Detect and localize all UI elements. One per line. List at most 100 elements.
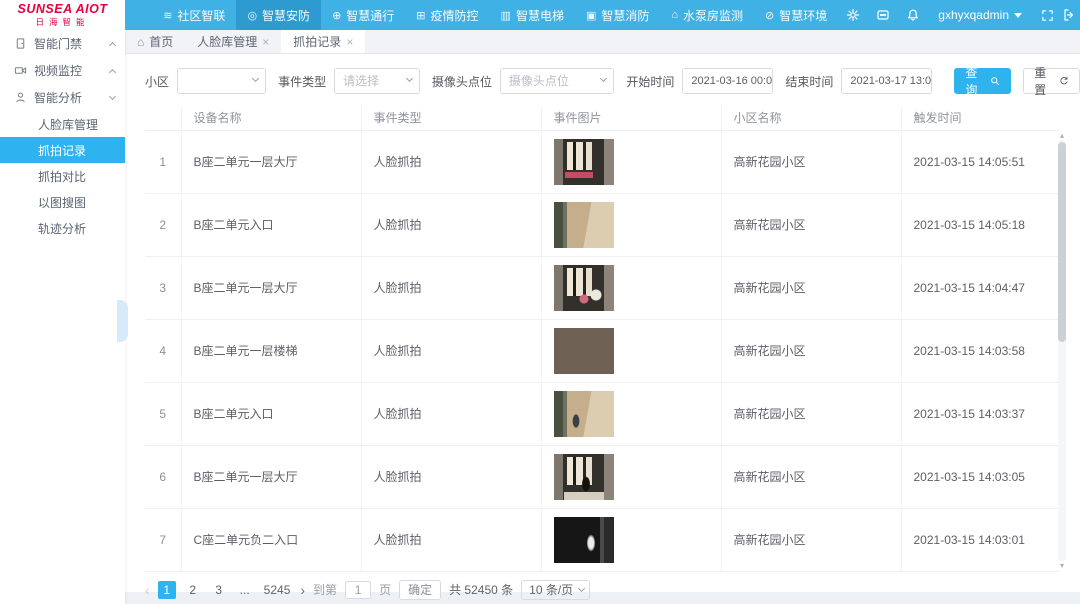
event-image-thumbnail[interactable] bbox=[554, 202, 614, 248]
trigger-time-cell: 2021-03-15 14:03:58 bbox=[901, 319, 1060, 382]
scroll-down-icon[interactable]: ▾ bbox=[1060, 562, 1064, 570]
goto-page-input[interactable]: 1 bbox=[345, 581, 371, 599]
nav-item-label: 水泵房监测 bbox=[683, 7, 743, 24]
sidebar-item-smart-analysis[interactable]: 智能分析 bbox=[0, 84, 125, 111]
sidebar-item-image-search[interactable]: 以图搜图 bbox=[0, 189, 125, 215]
nav-item-fire[interactable]: 智慧消防 bbox=[575, 0, 660, 30]
page-size-select[interactable]: 10 条/页 bbox=[521, 580, 590, 600]
end-time-input[interactable]: 2021-03-17 13:06:04 bbox=[841, 68, 932, 94]
tab-label: 人脸库管理 bbox=[197, 33, 257, 50]
nav-item-label: 智慧通行 bbox=[346, 7, 394, 24]
device-name-cell: B座二单元入口 bbox=[181, 193, 361, 256]
scroll-up-icon[interactable]: ▴ bbox=[1060, 132, 1064, 140]
nav-item-pump-room[interactable]: 水泵房监测 bbox=[660, 0, 754, 30]
table-scrollbar[interactable]: ▴ ▾ bbox=[1058, 132, 1066, 570]
chevron-down-icon bbox=[109, 93, 116, 100]
sidebar-item-video-monitor[interactable]: 视频监控 bbox=[0, 57, 125, 84]
nav-item-label: 智慧电梯 bbox=[516, 7, 564, 24]
event-type-cell: 人脸抓拍 bbox=[361, 445, 541, 508]
event-type-cell: 人脸抓拍 bbox=[361, 508, 541, 571]
notifications-button[interactable] bbox=[898, 0, 928, 30]
message-button[interactable] bbox=[868, 0, 898, 30]
nav-item-security[interactable]: 智慧安防 bbox=[236, 0, 321, 30]
community-cell: 高新花园小区 bbox=[721, 445, 901, 508]
tab-home[interactable]: 首页 bbox=[125, 30, 185, 53]
scrollbar-thumb[interactable] bbox=[1058, 142, 1066, 342]
event-type-select[interactable]: 请选择 bbox=[334, 68, 420, 94]
event-image-thumbnail[interactable] bbox=[554, 517, 614, 563]
sidebar-item-face-library[interactable]: 人脸库管理 bbox=[0, 111, 125, 137]
sidebar-item-track-analysis[interactable]: 轨迹分析 bbox=[0, 215, 125, 241]
table-row: 3 B座二单元一层大厅 人脸抓拍 高新花园小区 2021-03-15 14:04… bbox=[145, 256, 1060, 319]
table-header-row: 设备名称 事件类型 事件图片 小区名称 触发时间 bbox=[145, 106, 1060, 130]
event-image-thumbnail[interactable] bbox=[554, 139, 614, 185]
community-iot-icon bbox=[163, 9, 172, 22]
page-number[interactable]: 3 bbox=[210, 581, 228, 599]
community-cell: 高新花园小区 bbox=[721, 508, 901, 571]
epidemic-icon bbox=[416, 9, 425, 22]
sidebar-item-label: 视频监控 bbox=[34, 62, 103, 79]
table-row: 6 B座二单元一层大厅 人脸抓拍 高新花园小区 2021-03-15 14:03… bbox=[145, 445, 1060, 508]
logout-button[interactable] bbox=[1062, 0, 1080, 30]
table-row: 7 C座二单元负二入口 人脸抓拍 高新花园小区 2021-03-15 14:03… bbox=[145, 508, 1060, 571]
nav-item-access[interactable]: 智慧通行 bbox=[321, 0, 405, 30]
nav-item-label: 社区智联 bbox=[177, 7, 225, 24]
nav-item-community-iot[interactable]: 社区智联 bbox=[152, 0, 236, 30]
event-image-thumbnail[interactable] bbox=[554, 328, 614, 374]
chevron-down-icon bbox=[252, 75, 259, 82]
close-icon[interactable] bbox=[346, 35, 353, 49]
nav-item-epidemic[interactable]: 疫情防控 bbox=[405, 0, 489, 30]
community-cell: 高新花园小区 bbox=[721, 319, 901, 382]
close-icon[interactable] bbox=[262, 35, 269, 49]
event-image-thumbnail[interactable] bbox=[554, 454, 614, 500]
row-index: 1 bbox=[145, 130, 181, 193]
device-name-cell: B座二单元一层大厅 bbox=[181, 130, 361, 193]
scrollbar-track[interactable] bbox=[1058, 140, 1066, 562]
tab-face-library[interactable]: 人脸库管理 bbox=[185, 30, 281, 53]
event-type-cell: 人脸抓拍 bbox=[361, 382, 541, 445]
username: gxhyxqadmin bbox=[938, 8, 1009, 22]
nav-item-elevator[interactable]: 智慧电梯 bbox=[490, 0, 575, 30]
chevron-up-icon bbox=[109, 68, 116, 75]
start-time-input[interactable]: 2021-03-16 00:00:00 bbox=[682, 68, 773, 94]
tab-label: 首页 bbox=[149, 33, 173, 50]
event-type-cell: 人脸抓拍 bbox=[361, 256, 541, 319]
sidebar-item-door-access[interactable]: 智能门禁 bbox=[0, 30, 125, 57]
sidebar-item-capture-records[interactable]: 抓拍记录 bbox=[0, 137, 125, 163]
filter-bar: 小区 事件类型 请选择 摄像头点位 摄像头点位 开始时间 2021-03-16 … bbox=[125, 54, 1080, 94]
sidebar-item-label: 轨迹分析 bbox=[38, 220, 86, 237]
sidebar-item-capture-compare[interactable]: 抓拍对比 bbox=[0, 163, 125, 189]
settings-button[interactable] bbox=[838, 0, 868, 30]
logout-icon bbox=[1062, 8, 1076, 22]
reset-button[interactable]: 重置 bbox=[1023, 68, 1080, 94]
nav-item-environment[interactable]: 智慧环境 bbox=[754, 0, 838, 30]
page-number[interactable]: 5245 bbox=[262, 581, 293, 599]
event-image-thumbnail[interactable] bbox=[554, 265, 614, 311]
goto-page-label: 到第 bbox=[313, 581, 337, 598]
header-index bbox=[145, 106, 181, 130]
event-image-thumbnail[interactable] bbox=[554, 391, 614, 437]
door-icon bbox=[14, 37, 27, 50]
prev-page-button[interactable]: ‹ bbox=[145, 581, 150, 599]
nav-icon-group: gxhyxqadmin bbox=[838, 0, 1080, 30]
message-icon bbox=[876, 8, 890, 22]
user-menu[interactable]: gxhyxqadmin bbox=[928, 8, 1032, 22]
sidebar-item-label: 智能门禁 bbox=[34, 35, 103, 52]
header-trigger-time: 触发时间 bbox=[901, 106, 1060, 130]
sidebar-collapse-handle[interactable] bbox=[117, 300, 128, 342]
tab-capture-records[interactable]: 抓拍记录 bbox=[281, 30, 365, 53]
brand-subtitle: 日海智能 bbox=[35, 18, 89, 27]
end-time-label: 结束时间 bbox=[785, 73, 833, 90]
camera-select[interactable]: 摄像头点位 bbox=[500, 68, 615, 94]
security-icon bbox=[247, 9, 257, 22]
search-button[interactable]: 查询 bbox=[954, 68, 1011, 94]
community-select[interactable] bbox=[177, 68, 266, 94]
page-number[interactable]: 2 bbox=[184, 581, 202, 599]
goto-confirm-button[interactable]: 确定 bbox=[399, 580, 441, 600]
page-number[interactable]: 1 bbox=[158, 581, 176, 599]
sidebar-item-label: 人脸库管理 bbox=[38, 116, 98, 133]
next-page-button[interactable]: › bbox=[300, 581, 305, 599]
tab-label: 抓拍记录 bbox=[293, 33, 341, 50]
fullscreen-button[interactable] bbox=[1032, 0, 1062, 30]
event-type-cell: 人脸抓拍 bbox=[361, 193, 541, 256]
